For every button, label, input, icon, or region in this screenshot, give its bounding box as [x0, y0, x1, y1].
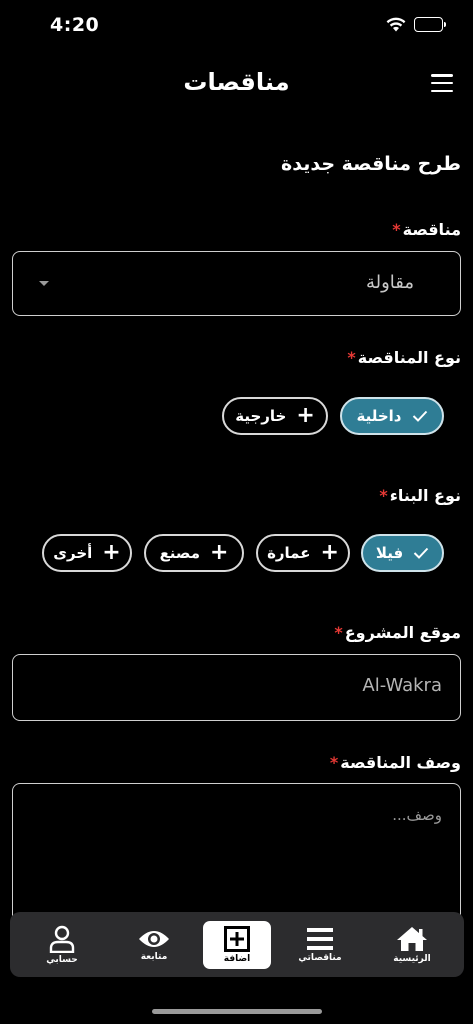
required-mark: *	[329, 753, 339, 772]
app-header: مناقصات	[0, 60, 473, 108]
tender-type-label: نوع المناقصة*	[347, 348, 461, 367]
list-icon	[306, 927, 334, 951]
project-location-input[interactable]: Al-Wakra	[12, 654, 461, 721]
chip-building-building[interactable]: + عمارة	[256, 534, 350, 572]
nav-item-home[interactable]: الرئيسية	[369, 921, 455, 969]
chip-label: داخلية	[356, 407, 402, 425]
home-indicator	[152, 1009, 322, 1014]
check-icon	[412, 410, 428, 422]
building-type-label: نوع البناء*	[379, 486, 461, 505]
battery-icon	[414, 17, 446, 32]
eye-icon	[138, 928, 170, 950]
home-icon	[396, 926, 428, 952]
tender-description-placeholder: وصف...	[392, 806, 442, 824]
chip-building-factory[interactable]: + مصنع	[144, 534, 244, 572]
dropdown-arrow-icon	[39, 281, 49, 286]
required-mark: *	[334, 623, 343, 642]
tender-label: مناقصة*	[392, 220, 461, 239]
nav-item-follow-up[interactable]: متابعة	[111, 921, 197, 969]
page-title: مناقصات	[183, 68, 290, 96]
check-icon	[413, 547, 429, 559]
plus-icon: +	[320, 540, 339, 565]
status-icons	[386, 17, 446, 32]
plus-icon: +	[210, 540, 229, 565]
nav-item-my-account[interactable]: حسابي	[19, 921, 105, 969]
tender-select[interactable]: مقاولة	[12, 251, 461, 316]
chip-label: عمارة	[267, 544, 311, 562]
wifi-icon	[386, 17, 406, 32]
chip-building-villa[interactable]: فيلا	[361, 534, 444, 572]
chip-label: خارجية	[235, 407, 287, 425]
status-bar: 4:20	[0, 0, 473, 54]
chip-tender-type-internal[interactable]: داخلية	[340, 397, 444, 435]
add-box-icon	[224, 925, 250, 952]
chip-building-other[interactable]: + أخرى	[42, 534, 132, 572]
plus-icon: +	[102, 540, 121, 565]
person-icon	[49, 925, 75, 953]
form-section-title: طرح مناقصة جديدة	[281, 153, 461, 175]
status-time: 4:20	[50, 14, 100, 36]
required-mark: *	[379, 486, 388, 505]
bottom-navigation: حسابي متابعة اضافة مناقصاتي الرئيسية	[10, 912, 464, 977]
chip-label: فيلا	[375, 544, 404, 562]
nav-item-my-tenders[interactable]: مناقصاتي	[277, 921, 363, 969]
required-mark: *	[347, 348, 356, 367]
project-location-label: موقع المشروع*	[334, 623, 461, 642]
tender-select-value: مقاولة	[365, 272, 414, 293]
chip-tender-type-external[interactable]: + خارجية	[222, 397, 328, 435]
nav-item-add[interactable]: اضافة	[203, 920, 271, 969]
tender-description-label: وصف المناقصة*	[329, 753, 461, 772]
project-location-value: Al-Wakra	[362, 675, 442, 696]
chip-label: أخرى	[53, 544, 93, 562]
hamburger-menu-icon[interactable]	[431, 74, 453, 92]
required-mark: *	[392, 220, 401, 239]
chip-label: مصنع	[159, 544, 200, 562]
plus-icon: +	[296, 403, 315, 428]
